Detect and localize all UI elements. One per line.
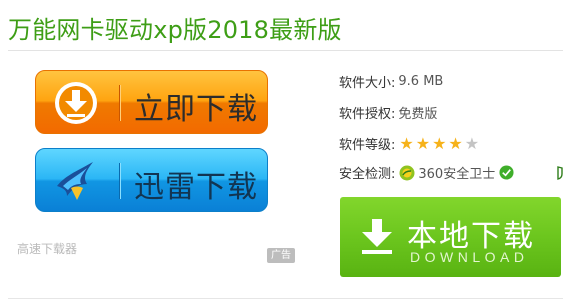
security-value: 360安全卫士 — [418, 167, 496, 182]
ad-badge: 广告 — [267, 248, 295, 263]
check-circle-icon — [499, 165, 514, 180]
button-separator — [119, 85, 120, 121]
title-divider — [8, 50, 563, 51]
thunder-bird-icon — [57, 162, 93, 200]
star-filled-icon: ★ — [432, 133, 447, 153]
license-label: 软件授权: — [339, 107, 396, 122]
360-security-icon — [399, 165, 415, 180]
direct-download-label: 立即下载 — [134, 92, 258, 127]
local-download-button[interactable]: 本地下载 DOWNLOAD — [340, 197, 561, 277]
level-label: 软件等级: — [339, 138, 396, 153]
download-arrow-icon — [362, 219, 392, 254]
local-download-sublabel: DOWNLOAD — [410, 249, 529, 265]
size-label: 软件大小: — [339, 76, 396, 91]
size-value: 9.6 MB — [398, 74, 444, 89]
star-filled-icon: ★ — [415, 133, 431, 153]
star-empty-icon: ★ — [464, 133, 480, 153]
bottom-divider — [8, 298, 563, 299]
info-size-row: 软件大小: 9.6 MB — [339, 72, 443, 91]
info-security-row: 安全检测: 360安全卫士 — [339, 163, 514, 182]
license-value: 免费版 — [398, 107, 438, 122]
info-level-row: 软件等级: ★ ★ ★ ★ ★ — [339, 134, 481, 153]
shield-icon — [557, 166, 563, 180]
star-filled-icon: ★ — [448, 133, 463, 153]
thunder-download-button[interactable]: 迅雷下载 — [35, 148, 268, 212]
page-title: 万能网卡驱动xp版2018最新版 — [8, 16, 342, 44]
button-separator — [119, 163, 120, 199]
star-filled-icon: ★ — [399, 133, 414, 153]
rating-stars: ★ ★ ★ ★ ★ — [399, 133, 481, 153]
download-arrow-circle-icon — [55, 82, 97, 124]
info-license-row: 软件授权: 免费版 — [339, 103, 437, 122]
fast-downloader-text[interactable]: 高速下载器 — [17, 240, 77, 257]
thunder-download-label: 迅雷下载 — [134, 170, 258, 205]
security-label: 安全检测: — [339, 167, 396, 182]
direct-download-button[interactable]: 立即下载 — [35, 70, 268, 134]
